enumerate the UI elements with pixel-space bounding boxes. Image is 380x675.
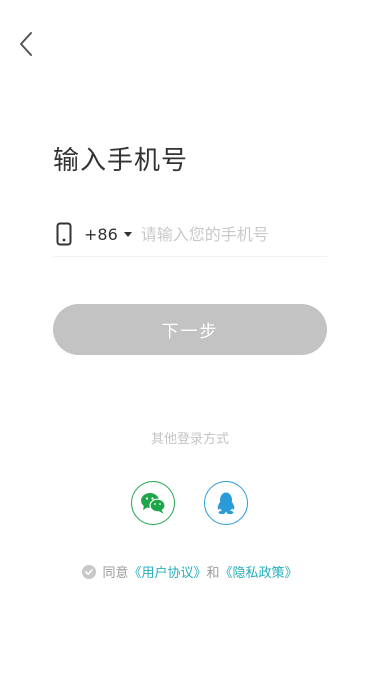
country-code-selector[interactable]: +86 (84, 225, 118, 244)
wechat-login-button[interactable] (131, 481, 175, 525)
check-icon (85, 568, 94, 575)
wechat-icon (141, 493, 166, 514)
qq-penguin-icon (217, 492, 235, 515)
user-agreement-link[interactable]: 《用户协议》 (128, 562, 206, 581)
qq-login-button[interactable] (204, 481, 248, 525)
mobile-phone-icon (53, 221, 75, 247)
chevron-left-icon (20, 32, 32, 56)
page-title: 输入手机号 (53, 146, 189, 176)
agreement-checkbox[interactable] (82, 564, 97, 579)
caret-down-icon[interactable] (123, 231, 132, 237)
phone-number-input[interactable] (140, 224, 327, 244)
other-login-label: 其他登录方式 (150, 432, 229, 447)
agreement-conjunction: 和 (206, 566, 220, 581)
agreement-row: 同意 《用户协议》 和 《隐私政策》 (0, 562, 380, 581)
phone-input-row: +86 (53, 212, 327, 257)
back-button[interactable] (12, 28, 40, 60)
agreement-prefix: 同意 (102, 566, 129, 581)
privacy-policy-link[interactable]: 《隐私政策》 (220, 562, 298, 581)
next-step-button[interactable]: 下一步 (53, 304, 327, 355)
